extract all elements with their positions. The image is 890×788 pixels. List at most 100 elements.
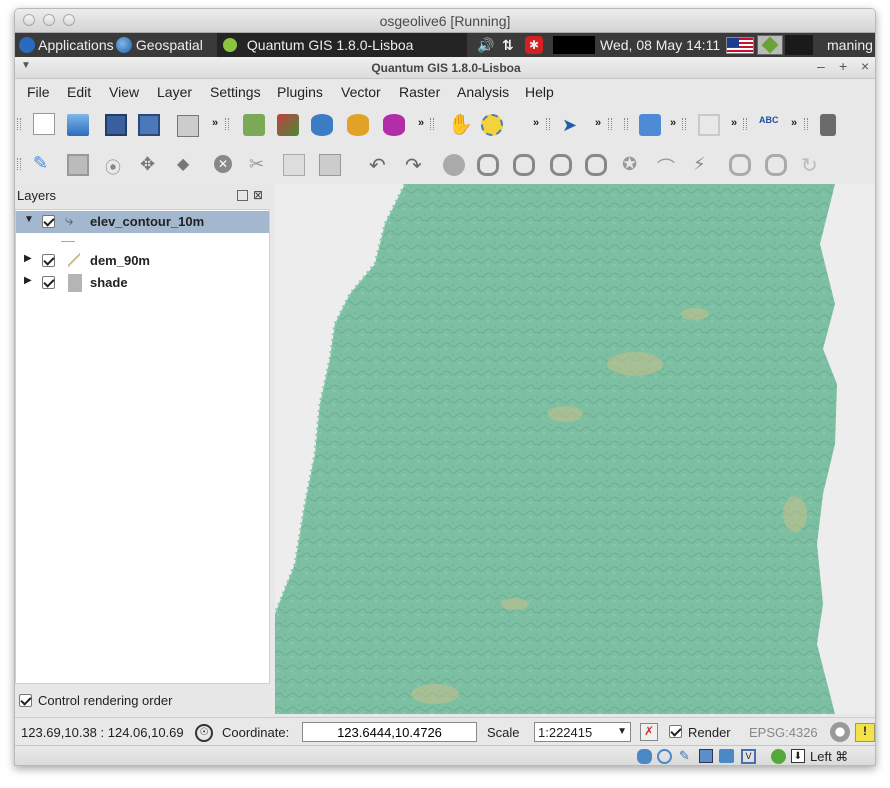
move-feature-icon[interactable]: ✥ [140, 154, 162, 176]
toolbar-overflow-icon[interactable]: » [791, 117, 797, 129]
add-wms-layer-icon[interactable] [383, 114, 405, 136]
toolbar-overflow-icon[interactable]: » [212, 117, 218, 129]
menu-view[interactable]: View [109, 84, 139, 100]
menu-edit[interactable]: Edit [67, 84, 91, 100]
layer-row-elev-contour[interactable]: ▼ ⤷ elev_contour_10m [16, 211, 269, 233]
menu-layer[interactable]: Layer [157, 84, 192, 100]
add-feature-icon[interactable]: ⦿ [105, 154, 127, 177]
merge-attributes-icon[interactable] [765, 154, 787, 176]
save-project-icon[interactable] [105, 114, 127, 136]
add-raster-layer-icon[interactable] [277, 114, 299, 136]
clock[interactable]: Wed, 08 May 14:11 [600, 33, 720, 57]
coordinate-field[interactable] [302, 722, 477, 742]
node-tool-icon[interactable]: ◆ [177, 154, 199, 176]
menu-vector[interactable]: Vector [341, 84, 381, 100]
applications-menu[interactable]: Applications [19, 33, 114, 57]
layer-row-shade[interactable]: ▶ shade [16, 272, 269, 294]
us-flag-icon[interactable] [726, 37, 754, 54]
delete-selected-icon[interactable]: ✕ [214, 155, 232, 173]
print-composer-icon[interactable] [177, 115, 199, 137]
crs-status[interactable]: EPSG:4326 [749, 725, 818, 740]
usb-icon[interactable]: ✎ [679, 748, 690, 764]
save-edits-icon[interactable] [67, 154, 89, 176]
expand-arrow-icon[interactable]: ▶ [24, 275, 32, 286]
update-icon[interactable]: ✱ [525, 36, 543, 54]
toolbar-grip[interactable] [804, 118, 808, 130]
menu-plugins[interactable]: Plugins [277, 84, 323, 100]
add-part-icon[interactable] [513, 154, 535, 176]
optical-drive-icon[interactable] [657, 749, 672, 764]
toolbar-grip[interactable] [743, 118, 747, 130]
toolbar-overflow-icon[interactable]: » [670, 117, 676, 129]
menu-file[interactable]: File [27, 84, 50, 100]
redo-icon[interactable]: ↷ [405, 153, 427, 177]
pan-to-selection-icon[interactable] [481, 114, 503, 136]
taskbar-qgis[interactable]: Quantum GIS 1.8.0-Lisboa [217, 33, 467, 57]
toolbar-overflow-icon[interactable]: » [595, 117, 601, 129]
mouse-integration-icon[interactable] [771, 749, 786, 764]
scale-combobox[interactable]: 1:222415 ▼ [534, 722, 631, 742]
help-contents-icon[interactable] [639, 114, 661, 136]
close-icon[interactable]: × [861, 58, 869, 74]
add-postgis-layer-icon[interactable] [311, 114, 333, 136]
toggle-extents-icon[interactable]: ☉ [195, 724, 213, 742]
control-rendering-checkbox[interactable] [19, 694, 32, 707]
add-vector-layer-icon[interactable] [243, 114, 265, 136]
geospatial-menu[interactable]: Geospatial [116, 33, 203, 57]
maximize-icon[interactable]: + [839, 58, 847, 74]
add-spatialite-layer-icon[interactable] [347, 114, 369, 136]
open-project-icon[interactable] [67, 114, 89, 136]
rotate-point-symbols-icon[interactable]: ↻ [801, 153, 823, 177]
toolbar-grip[interactable] [225, 118, 229, 130]
delete-part-icon[interactable] [585, 154, 607, 176]
pan-map-icon[interactable]: ✋ [448, 114, 473, 136]
toolbar-grip[interactable] [624, 118, 628, 130]
warning-icon[interactable]: ! [855, 723, 875, 742]
cut-features-icon[interactable]: ✂ [249, 154, 271, 176]
delete-ring-icon[interactable] [550, 154, 572, 176]
toolbar-grip[interactable] [546, 118, 550, 130]
toolbar-grip[interactable] [430, 118, 434, 130]
chevron-down-icon[interactable]: ▼ [617, 726, 627, 737]
stop-render-icon[interactable]: ✗ [640, 723, 658, 741]
toolbar-grip[interactable] [17, 118, 21, 130]
network-adapter-icon[interactable] [699, 749, 713, 763]
qgis-tray-icon[interactable] [757, 35, 783, 55]
menu-analysis[interactable]: Analysis [457, 84, 509, 100]
render-checkbox[interactable] [669, 725, 682, 738]
gps-tool-icon[interactable] [820, 114, 836, 136]
menu-help[interactable]: Help [525, 84, 554, 100]
copy-features-icon[interactable] [283, 154, 305, 176]
user-name[interactable]: maning [827, 33, 873, 57]
expand-arrow-icon[interactable]: ▶ [24, 253, 32, 264]
menu-settings[interactable]: Settings [210, 84, 261, 100]
offset-curve-icon[interactable]: ⌒ [657, 154, 679, 178]
toolbar-overflow-icon[interactable]: » [731, 117, 737, 129]
map-canvas[interactable] [275, 184, 875, 714]
paste-features-icon[interactable] [319, 154, 341, 176]
harddisk-icon[interactable] [637, 749, 652, 764]
layer-row-dem[interactable]: ▶ dem_90m [16, 250, 269, 272]
identify-features-icon[interactable]: ➤ [562, 114, 584, 136]
download-icon[interactable]: ⬇ [791, 749, 805, 763]
add-ring-icon[interactable] [477, 154, 499, 176]
float-panel-icon[interactable] [237, 190, 248, 201]
toggle-editing-icon[interactable]: ✎ [33, 153, 55, 175]
projection-icon[interactable] [830, 722, 850, 742]
volume-icon[interactable]: 🔊 [477, 33, 494, 57]
display-icon[interactable]: V [741, 749, 756, 764]
split-features-icon[interactable]: ⚡ [693, 154, 715, 176]
toolbar-overflow-icon[interactable]: » [418, 117, 424, 129]
shared-folders-icon[interactable] [719, 749, 734, 763]
collapse-arrow-icon[interactable]: ▼ [24, 214, 34, 225]
minimize-icon[interactable]: – [817, 58, 825, 74]
label-tool-icon[interactable]: ABC [759, 115, 781, 137]
network-icon[interactable]: ⇅ [502, 33, 514, 57]
new-project-icon[interactable] [33, 113, 55, 135]
toolbar-overflow-icon[interactable]: » [533, 117, 539, 129]
save-as-icon[interactable] [138, 114, 160, 136]
layer-visibility-checkbox[interactable] [42, 215, 55, 228]
close-panel-icon[interactable]: ⊠ [253, 188, 263, 202]
toolbar-grip[interactable] [17, 158, 21, 170]
digitize-tool-icon[interactable] [698, 114, 720, 136]
